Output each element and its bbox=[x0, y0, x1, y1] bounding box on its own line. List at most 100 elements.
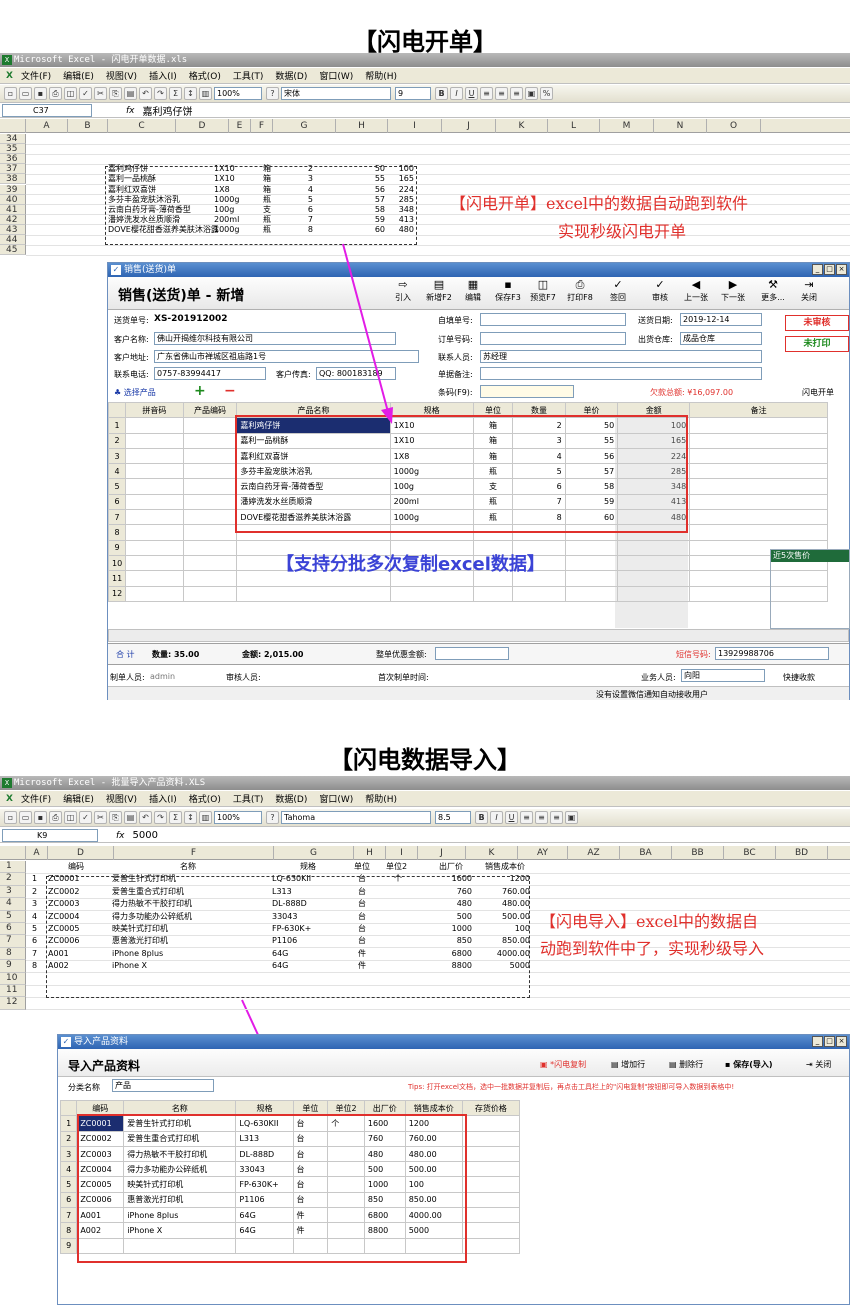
sheet-header-cell[interactable]: 单位2 bbox=[386, 861, 416, 872]
col-header[interactable]: BB bbox=[672, 846, 724, 860]
sheet-header-cell[interactable]: 编码 bbox=[68, 861, 108, 872]
menu-item[interactable]: 窗口(W) bbox=[319, 792, 353, 805]
spell-icon[interactable]: ✓ bbox=[79, 811, 92, 824]
sheet-cell[interactable]: 4 bbox=[32, 911, 46, 922]
table-cell[interactable] bbox=[461, 1237, 521, 1254]
col-header[interactable] bbox=[0, 846, 26, 860]
sheet-cell[interactable]: 3 bbox=[32, 898, 46, 909]
row-header[interactable]: 10 bbox=[0, 972, 26, 985]
align-left-icon[interactable]: ≡ bbox=[520, 811, 533, 824]
row-header[interactable]: 5 bbox=[0, 910, 26, 923]
open-icon[interactable]: ▭ bbox=[19, 811, 32, 824]
excel-menu-icon: X bbox=[6, 793, 13, 804]
sheet-header-cell[interactable]: 销售成本价 bbox=[476, 861, 534, 872]
flash-copy-button[interactable]: ▣ *闪电复制 bbox=[540, 1059, 586, 1070]
row-header[interactable]: 7 bbox=[0, 935, 26, 948]
chart-icon[interactable]: ▥ bbox=[199, 811, 212, 824]
column-header[interactable]: 存货价格 bbox=[461, 1099, 521, 1117]
column-header[interactable] bbox=[59, 1099, 78, 1117]
table-cell[interactable] bbox=[461, 1222, 521, 1239]
table-cell[interactable] bbox=[461, 1145, 521, 1163]
table-cell[interactable] bbox=[461, 1191, 521, 1209]
col-header[interactable]: I bbox=[386, 846, 418, 860]
save-import-button[interactable]: ▪ 保存(导入) bbox=[725, 1059, 773, 1070]
col-header[interactable]: BD bbox=[776, 846, 828, 860]
sheet-header-cell[interactable]: 出厂价 bbox=[426, 861, 476, 872]
name-box[interactable]: K9 bbox=[2, 829, 98, 842]
undo-icon[interactable]: ↶ bbox=[139, 811, 152, 824]
row-header[interactable]: 12 bbox=[0, 997, 26, 1010]
help-icon[interactable]: ? bbox=[266, 811, 279, 824]
col-header[interactable]: BC bbox=[724, 846, 776, 860]
add-row-button[interactable]: ▤ 增加行 bbox=[611, 1059, 645, 1070]
close-import-button[interactable]: ⇥ 关闭 bbox=[806, 1059, 831, 1070]
col-header[interactable]: H bbox=[354, 846, 386, 860]
menu-item[interactable]: 格式(O) bbox=[189, 792, 221, 805]
row-gridline bbox=[26, 1009, 850, 1011]
align-center-icon[interactable]: ≡ bbox=[535, 811, 548, 824]
sheet-cell[interactable]: 8 bbox=[32, 960, 46, 971]
paste-icon[interactable]: ▤ bbox=[124, 811, 137, 824]
row-header[interactable]: 3 bbox=[0, 885, 26, 899]
table-cell[interactable] bbox=[461, 1115, 521, 1132]
delete-row-button[interactable]: ▤ 删除行 bbox=[669, 1059, 703, 1070]
sum-icon[interactable]: Σ bbox=[169, 811, 182, 824]
fontsize-select[interactable]: 8.5 bbox=[435, 811, 471, 824]
sheet-header-cell[interactable]: 规格 bbox=[300, 861, 340, 872]
copy-icon[interactable]: ⎘ bbox=[109, 811, 122, 824]
sort-icon[interactable]: ↕ bbox=[184, 811, 197, 824]
menu-item[interactable]: 文件(F) bbox=[21, 792, 51, 805]
col-header[interactable]: J bbox=[418, 846, 466, 860]
menu-item[interactable]: 帮助(H) bbox=[365, 792, 397, 805]
col-header[interactable]: BA bbox=[620, 846, 672, 860]
row-header[interactable]: 1 bbox=[0, 861, 26, 874]
sheet-cell[interactable]: 1 bbox=[32, 873, 46, 884]
menu-item[interactable]: 编辑(E) bbox=[63, 792, 94, 805]
align-right-icon[interactable]: ≡ bbox=[550, 811, 563, 824]
sheet-cell[interactable]: 7 bbox=[32, 948, 46, 959]
underline-icon[interactable]: U bbox=[505, 811, 518, 824]
italic-icon[interactable]: I bbox=[490, 811, 503, 824]
col-header[interactable]: F bbox=[114, 846, 274, 860]
zoom-select[interactable]: 100% bbox=[214, 811, 262, 824]
bold-icon[interactable]: B bbox=[475, 811, 488, 824]
col-header[interactable]: K bbox=[466, 846, 518, 860]
row-header[interactable]: 8 bbox=[0, 947, 26, 961]
table-cell[interactable] bbox=[461, 1207, 521, 1224]
col-header[interactable]: AY bbox=[518, 846, 568, 860]
print-icon[interactable]: ⎙ bbox=[49, 811, 62, 824]
menu-item[interactable]: 插入(I) bbox=[149, 792, 177, 805]
preview-icon[interactable]: ◫ bbox=[64, 811, 77, 824]
sheet-header-cell[interactable]: 名称 bbox=[180, 861, 240, 872]
merge-icon[interactable]: ▣ bbox=[565, 811, 578, 824]
row-header[interactable]: 4 bbox=[0, 898, 26, 911]
menu-item[interactable]: 视图(V) bbox=[106, 792, 137, 805]
sheet-cell[interactable]: 6 bbox=[32, 935, 46, 946]
sheet-cell[interactable]: 5 bbox=[32, 923, 46, 934]
formula-value[interactable]: 5000 bbox=[133, 830, 158, 841]
maximize-button[interactable]: □ bbox=[824, 1036, 835, 1047]
category-select[interactable]: 产品 bbox=[112, 1079, 214, 1092]
sheet-cell[interactable]: 2 bbox=[32, 886, 46, 897]
table-cell[interactable] bbox=[461, 1130, 521, 1147]
menu-item[interactable]: 数据(D) bbox=[275, 792, 307, 805]
col-header[interactable]: AZ bbox=[568, 846, 620, 860]
save-icon[interactable]: ▪ bbox=[34, 811, 47, 824]
new-icon[interactable]: ▫ bbox=[4, 811, 17, 824]
table-cell[interactable] bbox=[461, 1161, 521, 1178]
font-select[interactable]: Tahoma bbox=[281, 811, 431, 824]
col-header[interactable]: D bbox=[48, 846, 114, 860]
cut-icon[interactable]: ✂ bbox=[94, 811, 107, 824]
row-header[interactable]: 9 bbox=[0, 960, 26, 973]
close-button[interactable]: × bbox=[836, 1036, 847, 1047]
col-header[interactable]: A bbox=[26, 846, 48, 860]
row-header[interactable]: 2 bbox=[0, 873, 26, 886]
menu-item[interactable]: 工具(T) bbox=[233, 792, 264, 805]
col-header[interactable]: G bbox=[274, 846, 354, 860]
sheet-header-cell[interactable]: 单位 bbox=[354, 861, 384, 872]
table-cell[interactable] bbox=[461, 1176, 521, 1193]
row-header[interactable]: 6 bbox=[0, 923, 26, 936]
minimize-button[interactable]: _ bbox=[812, 1036, 823, 1047]
redo-icon[interactable]: ↷ bbox=[154, 811, 167, 824]
row-header[interactable]: 11 bbox=[0, 985, 26, 998]
